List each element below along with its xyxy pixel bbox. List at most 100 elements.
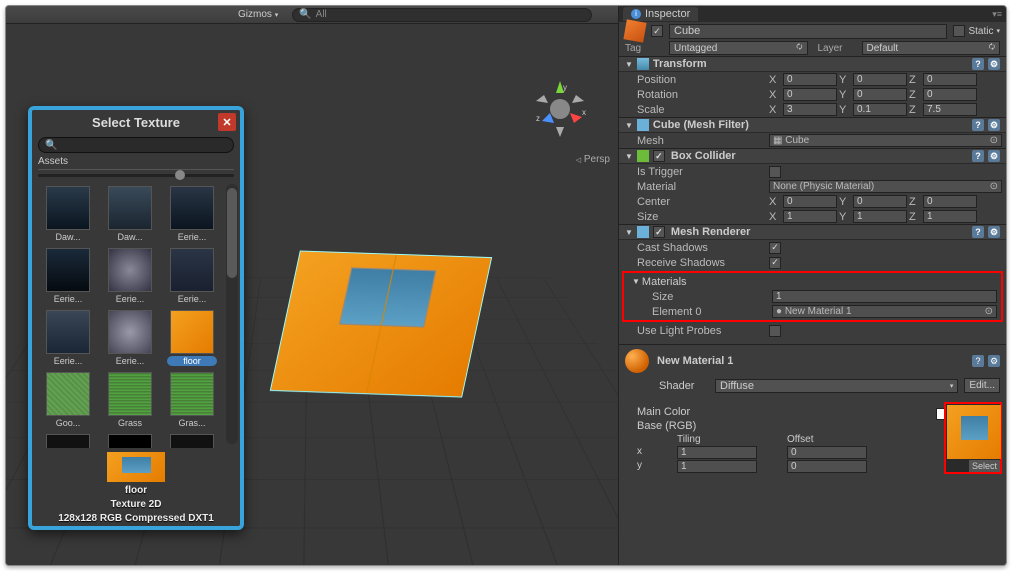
- transform-header[interactable]: ▼ Transform ?⚙: [619, 56, 1006, 72]
- texture-item[interactable]: Daw...: [102, 186, 158, 242]
- gear-icon[interactable]: ⚙: [988, 226, 1000, 238]
- help-icon[interactable]: ?: [972, 355, 984, 367]
- panel-menu-icon[interactable]: ▾≡: [992, 9, 1002, 20]
- base-rgb-label: Base (RGB): [637, 420, 696, 432]
- mesh-object-field[interactable]: ▦ Cube⊙: [769, 134, 1002, 147]
- tiling-y-input[interactable]: [677, 460, 757, 473]
- gear-icon[interactable]: ⚙: [988, 150, 1000, 162]
- texture-select-button[interactable]: Select: [969, 460, 1000, 472]
- element0-material-field[interactable]: ● New Material 1⊙: [772, 305, 997, 318]
- texture-item[interactable]: Goo...: [40, 372, 96, 428]
- projection-label[interactable]: ◁ Persp: [576, 154, 610, 165]
- gizmos-dropdown[interactable]: Gizmos ▾: [232, 9, 284, 20]
- gear-icon[interactable]: ⚙: [988, 58, 1000, 70]
- help-icon[interactable]: ?: [972, 58, 984, 70]
- texture-item[interactable]: Daw...: [40, 186, 96, 242]
- scale-x-input[interactable]: [783, 103, 837, 116]
- cast-shadows-checkbox[interactable]: [769, 242, 781, 254]
- texture-item[interactable]: Eerie...: [102, 310, 158, 366]
- texture-item[interactable]: [40, 434, 96, 448]
- position-x-input[interactable]: [783, 73, 837, 86]
- select-texture-window[interactable]: Select Texture ✕ 🔍 Assets Daw...Daw...Ee…: [28, 106, 244, 530]
- help-icon[interactable]: ?: [972, 150, 984, 162]
- scale-label: Scale: [637, 104, 767, 116]
- center-x-input[interactable]: [783, 195, 837, 208]
- texture-item-label: Eerie...: [167, 294, 217, 304]
- texture-thumb: [108, 372, 152, 416]
- scene-object-cube[interactable]: [270, 250, 493, 397]
- assets-tab[interactable]: Assets: [38, 156, 234, 170]
- scrollbar[interactable]: [226, 184, 238, 444]
- gameobject-name-input[interactable]: [669, 24, 947, 39]
- physic-material-field[interactable]: None (Physic Material)⊙: [769, 180, 1002, 193]
- texture-thumbnail[interactable]: [947, 405, 1001, 459]
- texture-item[interactable]: Grass: [102, 372, 158, 428]
- texture-item-label: Eerie...: [43, 356, 93, 366]
- inspector-tab[interactable]: i Inspector: [623, 7, 698, 21]
- texture-thumb: [46, 310, 90, 354]
- help-icon[interactable]: ?: [972, 119, 984, 131]
- gear-icon[interactable]: ⚙: [988, 355, 1000, 367]
- svg-text:z: z: [536, 114, 540, 123]
- tag-label: Tag: [625, 43, 665, 54]
- position-z-input[interactable]: [923, 73, 977, 86]
- shader-dropdown[interactable]: Diffuse▾: [715, 379, 958, 393]
- tag-dropdown[interactable]: Untagged🗘: [669, 41, 808, 55]
- texture-item[interactable]: Eerie...: [164, 248, 220, 304]
- offset-y-input[interactable]: [787, 460, 867, 473]
- scene-search-input[interactable]: 🔍 All: [292, 8, 592, 22]
- static-toggle[interactable]: Static▾: [953, 25, 1000, 37]
- center-z-input[interactable]: [923, 195, 977, 208]
- edit-shader-button[interactable]: Edit...: [964, 378, 1000, 393]
- texture-item[interactable]: [164, 434, 220, 448]
- texture-item[interactable]: Eerie...: [164, 186, 220, 242]
- center-y-input[interactable]: [853, 195, 907, 208]
- orientation-gizmo[interactable]: y x z: [530, 79, 590, 139]
- thumbnail-size-slider[interactable]: [38, 170, 234, 180]
- texture-search-input[interactable]: 🔍: [38, 137, 234, 153]
- rotation-x-input[interactable]: [783, 88, 837, 101]
- rotation-z-input[interactable]: [923, 88, 977, 101]
- layer-dropdown[interactable]: Default🗘: [862, 41, 1001, 55]
- materials-size-input[interactable]: [772, 290, 997, 303]
- use-light-probes-checkbox[interactable]: [769, 325, 781, 337]
- tiling-x-input[interactable]: [677, 446, 757, 459]
- texture-item[interactable]: floor: [164, 310, 220, 366]
- foldout-icon: ▼: [625, 121, 633, 130]
- texture-item[interactable]: Eerie...: [40, 310, 96, 366]
- gear-icon[interactable]: ⚙: [988, 119, 1000, 131]
- texture-item[interactable]: Eerie...: [40, 248, 96, 304]
- texture-item[interactable]: Eerie...: [102, 248, 158, 304]
- rotation-y-input[interactable]: [853, 88, 907, 101]
- offset-x-input[interactable]: [787, 446, 867, 459]
- gameobject-enabled-checkbox[interactable]: [651, 25, 663, 37]
- texture-item[interactable]: Gras...: [164, 372, 220, 428]
- material-header[interactable]: New Material 1 ?⚙: [619, 344, 1006, 377]
- size-y-input[interactable]: [853, 210, 907, 223]
- close-button[interactable]: ✕: [218, 113, 236, 131]
- texture-item-label: Eerie...: [43, 294, 93, 304]
- foldout-icon: ▼: [625, 152, 633, 161]
- inspector-panel: i Inspector ▾≡ Static▾ Tag Untagged🗘 Lay…: [618, 6, 1006, 566]
- mesh-renderer-header[interactable]: ▼ Mesh Renderer ?⚙: [619, 224, 1006, 240]
- offset-label: Offset: [787, 434, 887, 445]
- scale-y-input[interactable]: [853, 103, 907, 116]
- mesh-filter-header[interactable]: ▼ Cube (Mesh Filter) ?⚙: [619, 117, 1006, 133]
- box-collider-enabled-checkbox[interactable]: [653, 150, 665, 162]
- foldout-icon: ▼: [625, 228, 633, 237]
- texture-item-label: Grass: [105, 418, 155, 428]
- is-trigger-checkbox[interactable]: [769, 166, 781, 178]
- size-x-input[interactable]: [783, 210, 837, 223]
- help-icon[interactable]: ?: [972, 226, 984, 238]
- position-y-input[interactable]: [853, 73, 907, 86]
- scale-z-input[interactable]: [923, 103, 977, 116]
- gameobject-icon[interactable]: [623, 19, 646, 42]
- box-collider-header[interactable]: ▼ Box Collider ?⚙: [619, 148, 1006, 164]
- texture-item[interactable]: [102, 434, 158, 448]
- size-z-input[interactable]: [923, 210, 977, 223]
- layer-label: Layer: [818, 43, 858, 54]
- foldout-icon[interactable]: ▼: [632, 277, 640, 286]
- mesh-renderer-enabled-checkbox[interactable]: [653, 226, 665, 238]
- texture-thumb: [108, 310, 152, 354]
- receive-shadows-checkbox[interactable]: [769, 257, 781, 269]
